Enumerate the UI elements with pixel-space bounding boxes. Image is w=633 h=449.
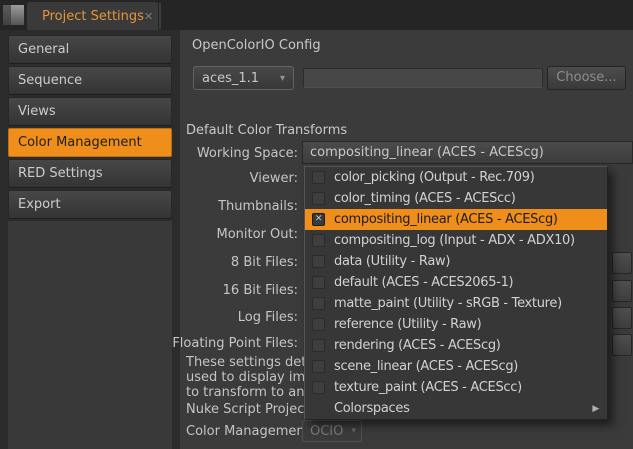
menu-item-scene-linear[interactable]: scene_linear (ACES - ACEScg) — [305, 356, 607, 377]
menu-item-rendering[interactable]: rendering (ACES - ACEScg) — [305, 335, 607, 356]
16-bit-files-dropdown-partial[interactable] — [612, 280, 632, 302]
default-color-transforms-title: Default Color Transforms — [186, 123, 347, 138]
settings-description-line: These settings deter — [186, 355, 320, 370]
working-space-label: Working Space: — [0, 146, 298, 161]
panel-split-icon-left — [3, 5, 11, 25]
menu-item-reference[interactable]: reference (Utility - Raw) — [305, 314, 607, 335]
submenu-arrow-icon: ▶ — [592, 404, 607, 414]
16-bit-files-label: 16 Bit Files: — [0, 283, 298, 298]
menu-item-compositing-linear[interactable]: ✕ compositing_linear (ACES - ACEScg) — [305, 209, 607, 230]
tab-title: Project Settings — [27, 9, 144, 24]
floating-point-files-label: Floating Point Files: — [0, 336, 298, 351]
tab-divider — [159, 3, 161, 29]
settings-description-line: to transform to and — [186, 385, 313, 400]
menu-item-color-timing[interactable]: color_timing (ACES - ACEScc) — [305, 188, 607, 209]
panel-split-icon[interactable] — [3, 5, 24, 25]
sidebar-item-sequence[interactable]: Sequence — [8, 66, 172, 95]
checkbox-unchecked-icon — [312, 360, 325, 373]
checkbox-unchecked-icon — [312, 339, 325, 352]
chevron-down-icon: ▾ — [280, 73, 293, 84]
ocio-config-path-input — [303, 68, 543, 88]
menu-item-colorspaces[interactable]: Colorspaces ▶ — [305, 398, 607, 419]
8-bit-files-dropdown-partial[interactable] — [612, 252, 632, 274]
panel-split-icon-right — [11, 5, 24, 25]
checkbox-unchecked-icon — [312, 255, 325, 268]
ocio-config-dropdown[interactable]: aces_1.1 ▾ — [193, 66, 294, 90]
8-bit-files-label: 8 Bit Files: — [0, 255, 298, 270]
checkbox-unchecked-icon — [312, 192, 325, 205]
checkbox-unchecked-icon — [312, 171, 325, 184]
monitor-out-label: Monitor Out: — [0, 227, 298, 242]
log-files-label: Log Files: — [0, 310, 298, 325]
tab-project-settings[interactable]: Project Settings ✕ — [27, 2, 158, 30]
color-management-dropdown-disabled: OCIO ▾ — [302, 420, 362, 442]
menu-item-matte-paint[interactable]: matte_paint (Utility - sRGB - Texture) — [305, 293, 607, 314]
tab-bar: Project Settings ✕ — [0, 0, 633, 30]
menu-item-default[interactable]: default (ACES - ACES2065-1) — [305, 272, 607, 293]
menu-item-texture-paint[interactable]: texture_paint (ACES - ACEScc) — [305, 377, 607, 398]
menu-item-data[interactable]: data (Utility - Raw) — [305, 251, 607, 272]
checkbox-unchecked-icon — [312, 381, 325, 394]
working-space-dropdown[interactable]: compositing_linear (ACES - ACEScg) — [302, 141, 633, 164]
sidebar: General Sequence Views Color Management … — [8, 35, 172, 221]
chevron-down-icon: ▾ — [351, 426, 361, 436]
nuke-script-project-label: Nuke Script Project — [186, 402, 309, 417]
viewer-label: Viewer: — [0, 171, 298, 186]
working-space-menu: color_picking (Output - Rec.709) color_t… — [304, 166, 608, 420]
settings-description-line: used to display imag — [186, 370, 321, 385]
color-management-value: OCIO — [303, 424, 343, 439]
choose-button: Choose... — [547, 66, 626, 90]
menu-item-color-picking[interactable]: color_picking (Output - Rec.709) — [305, 167, 607, 188]
checkbox-unchecked-icon — [312, 234, 325, 247]
color-management-label: Color Management: — [186, 424, 314, 439]
sidebar-item-general[interactable]: General — [8, 35, 172, 64]
close-icon[interactable]: ✕ — [144, 10, 164, 23]
thumbnails-label: Thumbnails: — [0, 199, 298, 214]
ocio-config-section-title: OpenColorIO Config — [192, 38, 321, 53]
ocio-config-dropdown-value: aces_1.1 — [194, 71, 259, 86]
sidebar-item-views[interactable]: Views — [8, 97, 172, 126]
checkbox-unchecked-icon — [312, 318, 325, 331]
checkbox-checked-icon: ✕ — [312, 213, 325, 226]
log-files-dropdown-partial[interactable] — [612, 307, 632, 329]
checkbox-unchecked-icon — [312, 276, 325, 289]
checkbox-unchecked-icon — [312, 297, 325, 310]
menu-item-compositing-log[interactable]: compositing_log (Input - ADX - ADX10) — [305, 230, 607, 251]
floating-point-files-dropdown-partial[interactable] — [612, 334, 632, 356]
